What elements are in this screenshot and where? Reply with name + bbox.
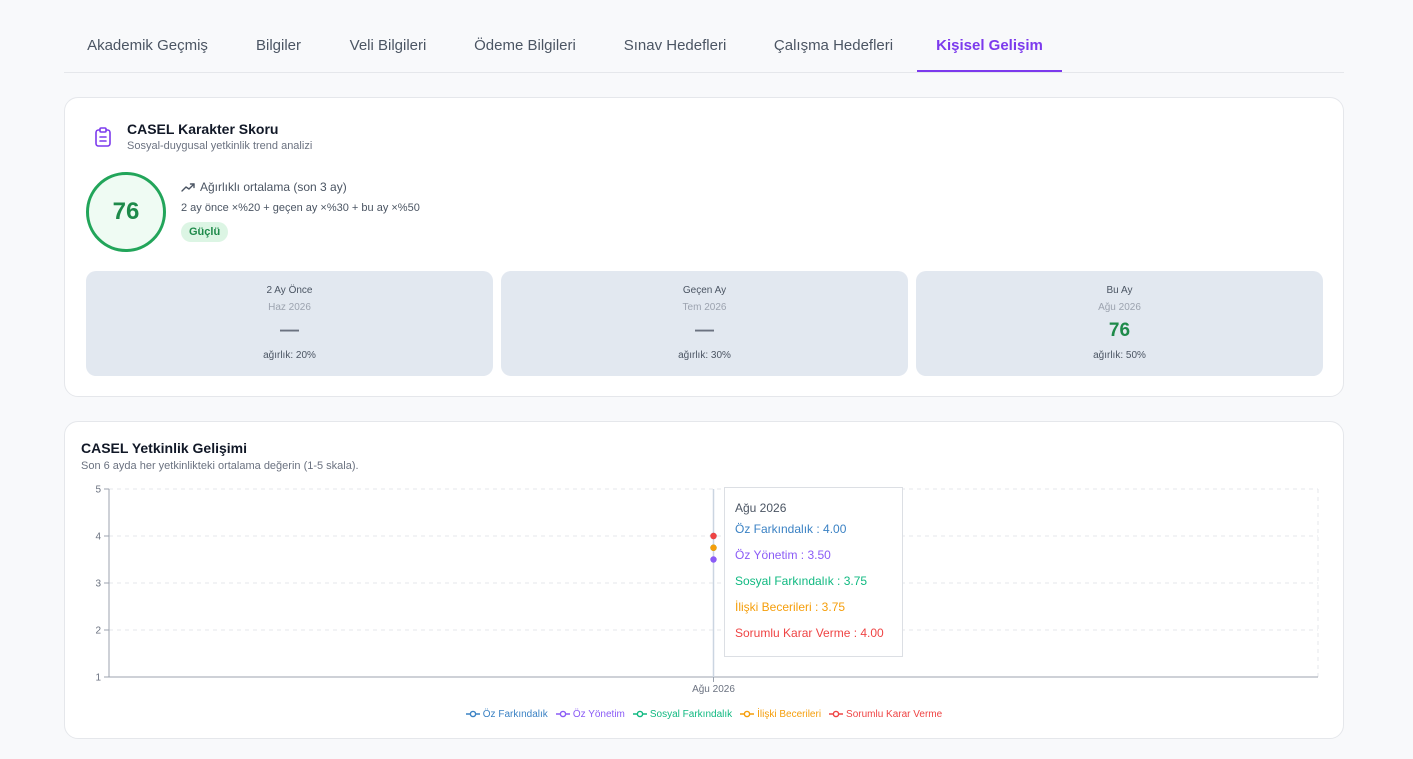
legend-label: Sorumlu Karar Verme [846,709,943,720]
data-point-öz-yönetim [710,556,717,563]
data-point-i̇lişki-becerileri [710,544,717,551]
weighted-formula: 2 ay önce ×%20 + geçen ay ×%30 + bu ay ×… [181,202,420,214]
tab-veli-bilgileri[interactable]: Veli Bilgileri [326,20,450,72]
tab-bar: Akademik Geçmiş Bilgiler Veli Bilgileri … [64,20,1344,73]
month-date: Ağu 2026 [1098,302,1141,313]
tooltip-row-sosyal-farkindalik: Sosyal Farkındalık : 3.75 [735,574,868,588]
chart-legend: Öz Farkındalık Öz Yönetim Sosyal Farkındal… [65,709,1343,720]
month-label: 2 Ay Önce [266,285,313,296]
month-weight: ağırlık: 50% [1093,350,1146,361]
y-tick-label: 5 [95,485,101,496]
legend-item[interactable]: Sorumlu Karar Verme [829,709,942,720]
month-value: — [280,320,299,341]
y-tick-label: 1 [95,673,101,684]
tab-odeme-bilgileri[interactable]: Ödeme Bilgileri [450,20,600,72]
legend-item[interactable]: İlişki Becerileri [740,709,821,720]
month-box-this-month: Bu Ay Ağu 2026 76 ağırlık: 50% [916,271,1323,376]
legend-item[interactable]: Sosyal Farkındalık [632,709,733,720]
month-value: 76 [1108,320,1131,341]
month-label: Geçen Ay [682,285,727,296]
trending-up-icon [181,183,195,192]
month-value: — [695,320,714,341]
month-weight: ağırlık: 30% [678,350,731,361]
tooltip-row-iliski-becerileri: İlişki Becerileri : 3.75 [735,600,846,614]
legend-marker-icon [740,710,755,718]
legend-item[interactable]: Öz Yönetim [555,709,625,720]
tooltip-row-sorumlu-karar-verme: Sorumlu Karar Verme : 4.00 [735,626,884,640]
score-circle: 76 [86,172,166,252]
legend-marker-icon [555,710,570,718]
y-tick-label: 3 [95,579,101,590]
card-title: CASEL Karakter Skoru [127,121,279,137]
chart-tooltip: Ağu 2026 Öz Farkındalık : 4.00 Öz Yöneti… [724,487,903,657]
y-tick-label: 2 [95,626,101,637]
clipboard-icon [95,127,111,147]
card-subtitle: Sosyal-duygusal yetkinlik trend analizi [127,140,313,152]
legend-label: Öz Yönetim [572,709,625,720]
legend-marker-icon [632,710,647,718]
month-date: Haz 2026 [268,302,311,313]
tab-sinav-hedefleri[interactable]: Sınav Hedefleri [600,20,750,72]
month-box-two-months-ago: 2 Ay Önce Haz 2026 — ağırlık: 20% [86,271,493,376]
legend-marker-icon [829,710,844,718]
legend-label: Öz Farkındalık [482,709,548,720]
legend-label: Sosyal Farkındalık [649,709,733,720]
tab-akademik-gecmis[interactable]: Akademik Geçmiş [64,20,231,72]
x-tick-label: Ağu 2026 [692,684,735,695]
weighted-average-label: Ağırlıklı ortalama (son 3 ay) [181,180,347,194]
month-box-last-month: Geçen Ay Tem 2026 — ağırlık: 30% [501,271,908,376]
average-label-text: Ağırlıklı ortalama (son 3 ay) [200,180,347,194]
legend-label: İlişki Becerileri [757,709,822,720]
month-date: Tem 2026 [682,302,727,313]
legend-marker-icon [465,710,480,718]
competency-line-chart[interactable]: 1 2 3 4 5 Ağu 2026 [65,422,1345,740]
casel-score-card: CASEL Karakter Skoru Sosyal-duygusal yet… [64,97,1344,397]
tooltip-row-oz-farkindalik: Öz Farkındalık : 4.00 [735,522,847,536]
month-label: Bu Ay [1106,285,1133,296]
data-point-sorumlu-karar-verme [710,532,717,540]
tooltip-title: Ağu 2026 [735,501,787,515]
legend-item[interactable]: Öz Farkındalık [465,709,548,720]
y-tick-label: 4 [95,532,101,543]
status-badge: Güçlü [181,222,229,242]
tab-bilgiler[interactable]: Bilgiler [231,20,326,72]
tab-kisisel-gelisim[interactable]: Kişisel Gelişim [917,20,1062,72]
casel-competency-chart-card: CASEL Yetkinlik Gelişimi Son 6 ayda her … [64,421,1344,739]
tooltip-row-oz-yonetim: Öz Yönetim : 3.50 [735,548,831,562]
month-weight: ağırlık: 20% [263,350,316,361]
tab-calisma-hedefleri[interactable]: Çalışma Hedefleri [750,20,917,72]
